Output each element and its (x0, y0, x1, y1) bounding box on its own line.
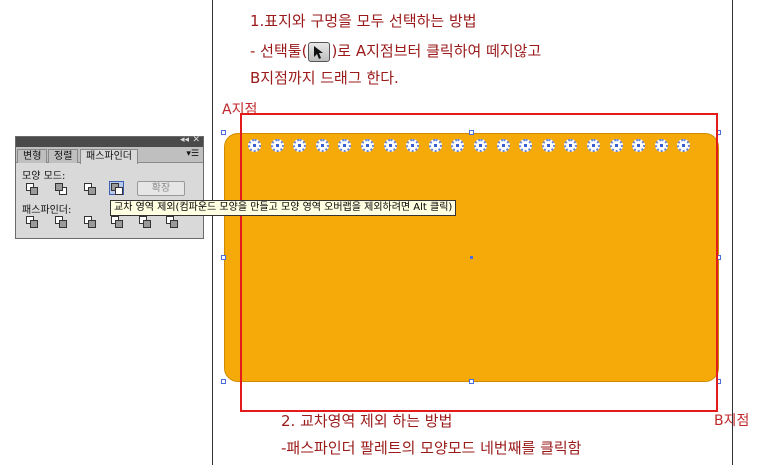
minus-front-button[interactable] (54, 182, 69, 196)
crop-button[interactable] (110, 215, 125, 229)
drag-selection-rectangle (240, 113, 718, 412)
divide-button[interactable] (25, 215, 40, 229)
artboard-right-edge (732, 0, 733, 465)
exclude-tooltip: 교차 영역 제외(컴파운드 모양을 만들고 모양 영역 오버랩을 제외하려면 A… (110, 200, 457, 216)
selection-tool-icon (308, 41, 331, 62)
instruction-line-3: B지점까지 드래그 한다. (250, 69, 399, 87)
artboard-left-edge (212, 0, 213, 465)
pathfinder-panel: ◂◂ ✕ 변형 정렬 패스파인더 ▾☰ 모양 모드: 확장 패스파인더: (15, 135, 204, 239)
exclude-button[interactable] (109, 181, 124, 195)
instruction-line-2-end: )로 A지점브터 클릭하여 떼지않고 (331, 42, 542, 60)
instruction-line-4: 2. 교차영역 제외 하는 방법 (281, 412, 453, 430)
instruction-line-2: - 선택툴( )로 A지점브터 클릭하여 떼지않고 (250, 40, 541, 62)
trim-button[interactable] (54, 215, 69, 229)
point-b-label: B지점 (714, 413, 750, 429)
expand-button[interactable]: 확장 (137, 181, 185, 196)
outline-button[interactable] (138, 215, 153, 229)
tab-transform[interactable]: 변형 (17, 149, 48, 163)
selection-handle[interactable] (221, 130, 226, 135)
selection-handle[interactable] (221, 255, 226, 260)
tab-align[interactable]: 정렬 (48, 149, 79, 163)
merge-button[interactable] (83, 215, 98, 229)
collapse-icon[interactable]: ◂◂ (180, 135, 189, 145)
close-icon[interactable]: ✕ (192, 135, 200, 145)
panel-menu-icon[interactable]: ▾☰ (186, 149, 199, 159)
selection-handle[interactable] (221, 379, 226, 384)
intersect-button[interactable] (83, 182, 98, 196)
shape-modes-label: 모양 모드: (22, 171, 66, 182)
minus-back-button[interactable] (165, 215, 180, 229)
instruction-line-2-start: - 선택툴( (250, 42, 308, 60)
unite-button[interactable] (25, 182, 40, 196)
panel-title-bar[interactable]: ◂◂ ✕ (16, 135, 203, 147)
instruction-line-5: -패스파인더 팔레트의 모양모드 네번째를 클릭함 (281, 439, 582, 457)
pathfinders-label: 패스파인더: (22, 205, 72, 216)
panel-tabs: 변형 정렬 패스파인더 ▾☰ (16, 147, 203, 164)
instruction-line-1: 1.표지와 구멍을 모두 선택하는 방법 (250, 12, 477, 30)
tab-pathfinder[interactable]: 패스파인더 (80, 149, 138, 164)
